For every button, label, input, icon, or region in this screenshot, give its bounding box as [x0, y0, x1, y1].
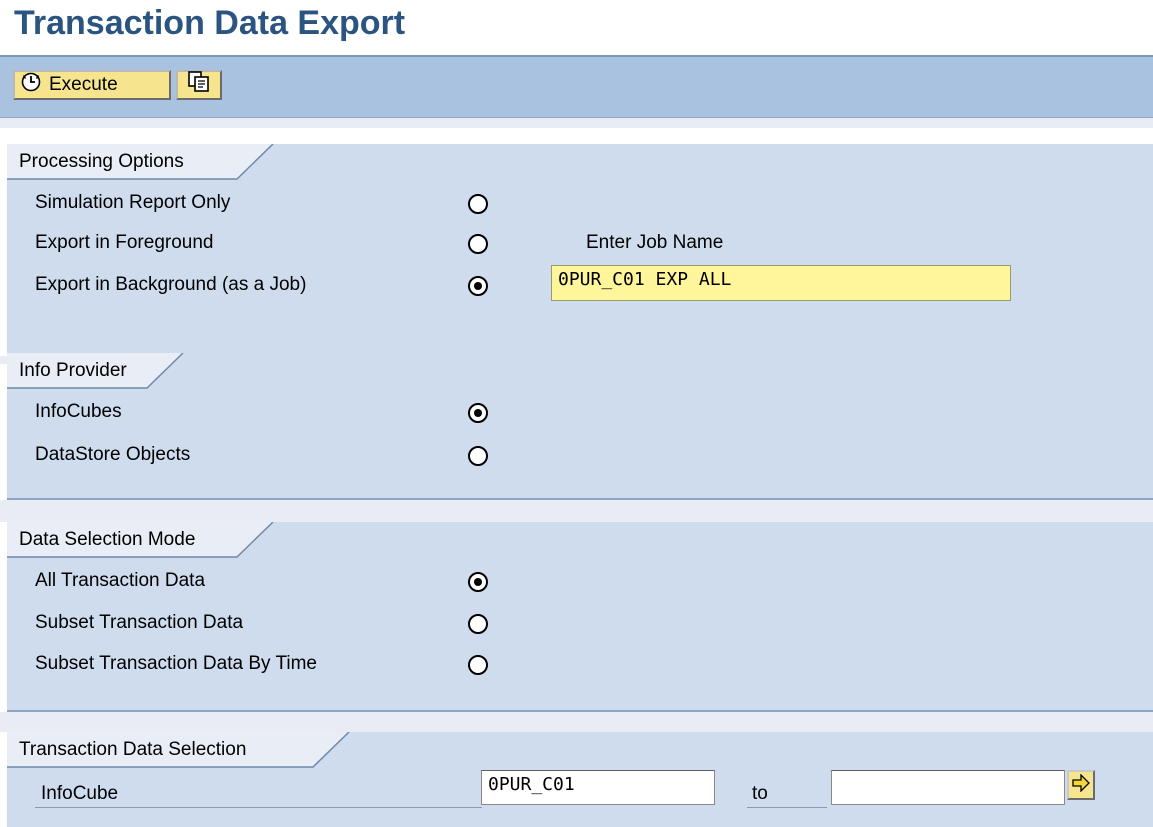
simulation-report-radio[interactable]	[468, 194, 488, 214]
infocube-from-input[interactable]: 0PUR_C01	[481, 770, 715, 805]
page-title: Transaction Data Export	[14, 4, 406, 42]
option-datastore-label: DataStore Objects	[35, 444, 191, 465]
export-foreground-radio[interactable]	[468, 234, 488, 254]
copy-variant-button[interactable]	[176, 70, 222, 100]
option-subset-label: Subset Transaction Data	[35, 612, 244, 633]
spacer-strip	[0, 712, 1153, 732]
subset-transaction-data-radio[interactable]	[468, 614, 488, 634]
arrow-right-icon	[1072, 772, 1090, 797]
multiple-selection-button[interactable]	[1067, 770, 1095, 800]
option-foreground-label: Export in Foreground	[35, 232, 214, 253]
execute-button-label: Execute	[49, 74, 118, 95]
all-transaction-data-radio[interactable]	[468, 572, 488, 592]
spacer-strip	[0, 118, 1153, 128]
to-label-underline	[747, 807, 827, 808]
subset-by-time-radio[interactable]	[468, 655, 488, 675]
info-provider-group: Info Provider InfoCubes DataStore Object…	[7, 353, 1153, 500]
transaction-data-selection-group: Transaction Data Selection InfoCube 0PUR…	[7, 732, 1153, 827]
option-background-label: Export in Background (as a Job)	[35, 274, 307, 295]
spacer-strip	[0, 500, 1153, 522]
job-name-label: Enter Job Name	[586, 232, 724, 253]
data-selection-mode-title: Data Selection Mode	[19, 529, 196, 550]
transaction-data-selection-title: Transaction Data Selection	[19, 739, 247, 760]
option-all-data-label: All Transaction Data	[35, 570, 206, 591]
application-toolbar: Execute	[0, 57, 1153, 118]
job-name-input[interactable]: 0PUR_C01 EXP ALL	[551, 265, 1011, 301]
info-provider-title: Info Provider	[19, 360, 127, 381]
option-simulation-label: Simulation Report Only	[35, 192, 231, 213]
infocubes-radio[interactable]	[468, 403, 488, 423]
option-infocubes-label: InfoCubes	[35, 401, 122, 422]
execute-button[interactable]: Execute	[13, 70, 171, 100]
option-subset-by-time-label: Subset Transaction Data By Time	[35, 653, 317, 674]
field-label-underline	[35, 807, 482, 808]
to-label: to	[752, 783, 768, 804]
data-selection-mode-group: Data Selection Mode All Transaction Data…	[7, 522, 1153, 712]
execute-clock-icon	[21, 72, 41, 98]
datastore-objects-radio[interactable]	[468, 446, 488, 466]
infocube-to-input[interactable]	[831, 770, 1065, 805]
copy-variant-icon	[187, 70, 211, 100]
export-background-radio[interactable]	[468, 276, 488, 296]
processing-options-title: Processing Options	[19, 151, 184, 172]
infocube-field-label: InfoCube	[41, 783, 119, 804]
processing-options-group: Processing Options Simulation Report Onl…	[7, 144, 1153, 356]
